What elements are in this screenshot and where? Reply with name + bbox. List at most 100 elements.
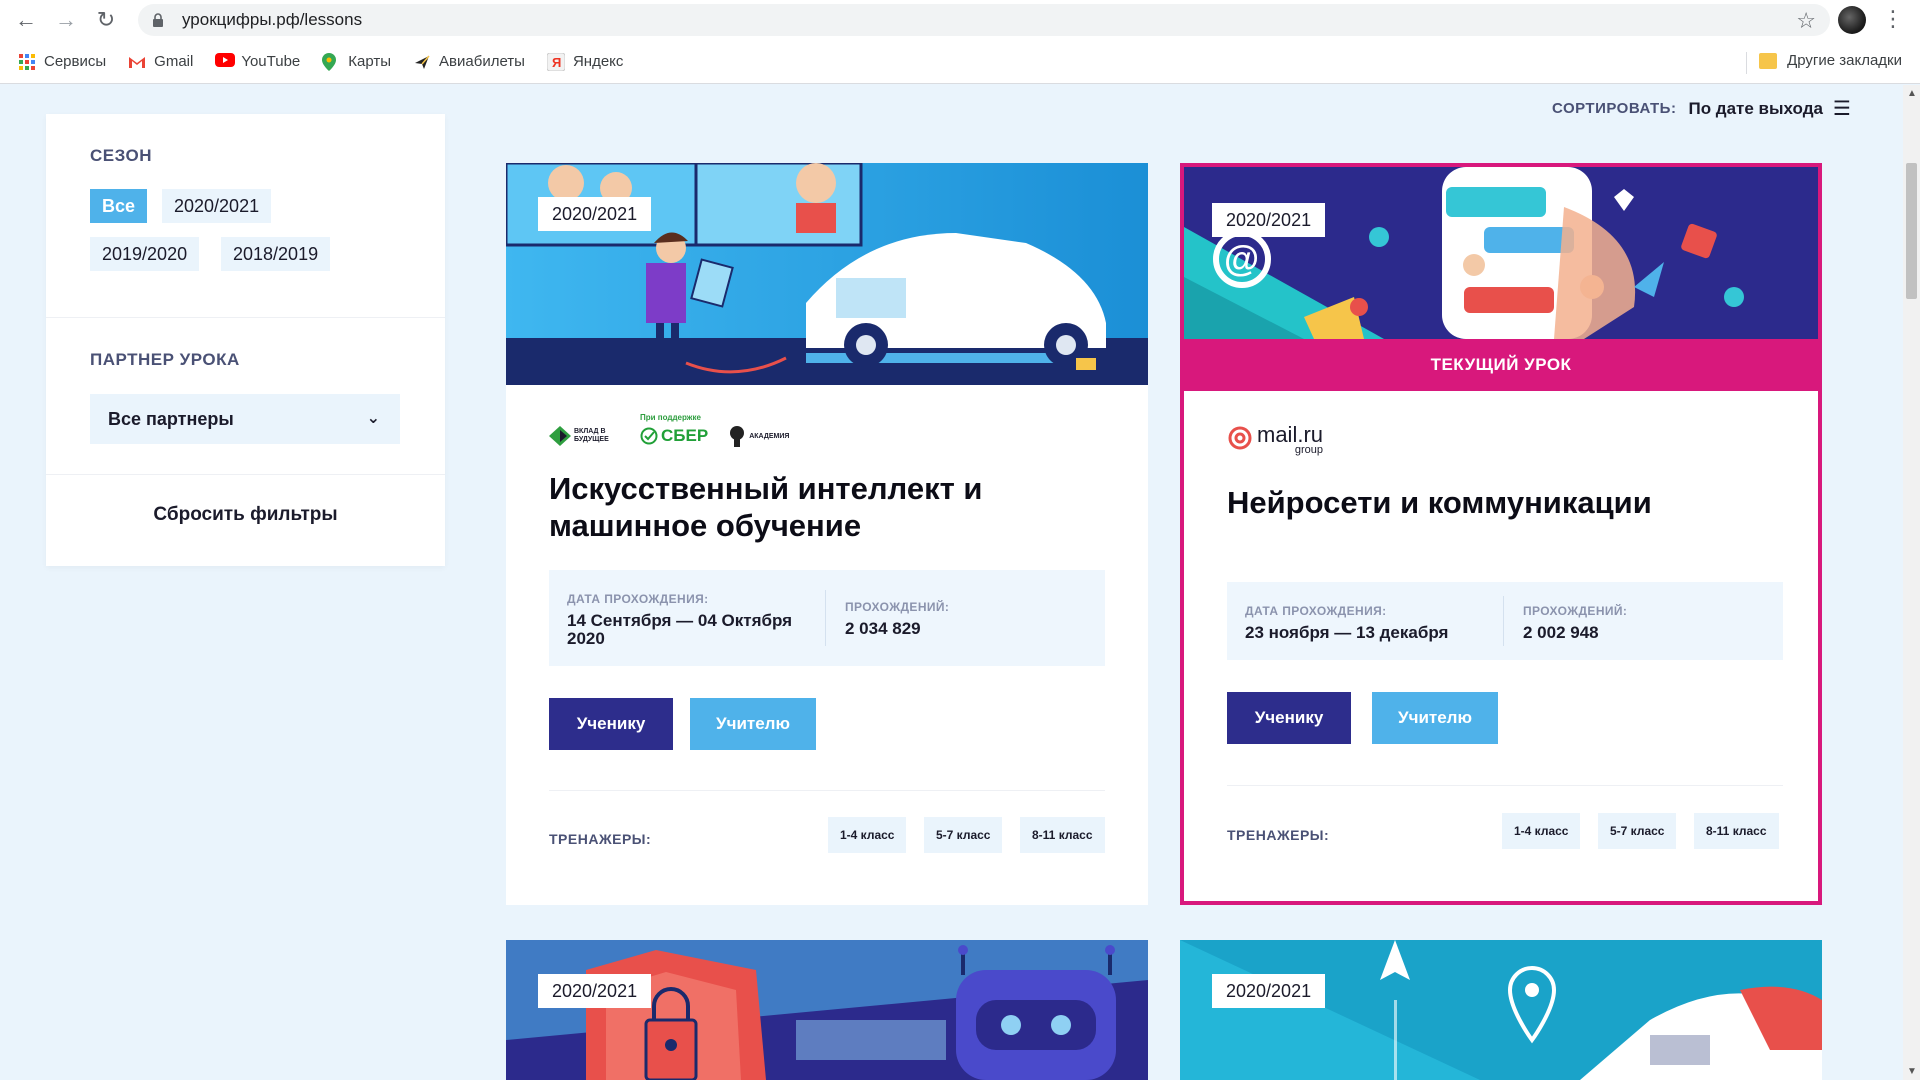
vklad-logo: ВКЛАД В БУДУЩЕЕ (549, 426, 622, 446)
teacher-button[interactable]: Учителю (690, 698, 816, 750)
lesson-cover-image[interactable] (506, 940, 1148, 1080)
date-label: ДАТА ПРОХОЖДЕНИЯ: (567, 592, 709, 606)
sort-label: СОРТИРОВАТЬ: (1552, 100, 1677, 117)
date-value: 23 ноября — 13 декабря (1245, 623, 1449, 642)
bookmark-star-icon[interactable]: ☆ (1796, 8, 1816, 34)
academy-logo: АКАДЕМИЯ (728, 425, 789, 447)
season-badge: 2020/2021 (1212, 974, 1326, 1008)
sort-control[interactable]: СОРТИРОВАТЬ: По дате выхода ☰ (1552, 96, 1851, 121)
mailru-logo: mail.ru group (1227, 424, 1323, 456)
lesson-title[interactable]: Нейросети и коммуникации (1227, 484, 1787, 521)
bookmark-yandex[interactable]: Я Яндекс (546, 52, 624, 71)
grade-1-4-button[interactable]: 1-4 класс (828, 817, 907, 853)
bookmarks-separator (1746, 52, 1747, 74)
partner-select[interactable]: Все партнеры ⌄ (90, 394, 400, 444)
bookmark-label: Яндекс (572, 53, 624, 70)
grade-8-11-button[interactable]: 8-11 класс (1020, 817, 1105, 853)
back-icon[interactable]: ← (6, 0, 46, 40)
count-value: 2 002 948 (1523, 623, 1599, 642)
lesson-info-box: ДАТА ПРОХОЖДЕНИЯ: 14 Сентября — 04 Октяб… (549, 570, 1105, 666)
svg-text:Я: Я (552, 55, 561, 70)
scrollbar-thumb[interactable] (1906, 163, 1917, 299)
svg-text:@: @ (1224, 238, 1259, 279)
season-badge: 2020/2021 (538, 974, 652, 1008)
count-label: ПРОХОЖДЕНИЙ: (845, 600, 950, 614)
student-button[interactable]: Ученику (1227, 692, 1351, 744)
lock-icon (152, 13, 164, 27)
partner-logos: mail.ru group (1227, 424, 1323, 456)
sber-logo: При поддержке СБЕР (640, 412, 709, 445)
lesson-card: 2020/2021 (1180, 940, 1822, 1080)
reload-icon[interactable]: ↻ (86, 0, 126, 40)
airplane-icon (413, 53, 431, 71)
bookmark-label: Gmail (154, 53, 194, 70)
bookmark-flights[interactable]: Авиабилеты (413, 53, 525, 71)
forward-icon[interactable]: → (46, 0, 86, 40)
count-label: ПРОХОЖДЕНИЙ: (1523, 604, 1628, 618)
scroll-down-icon[interactable]: ▼ (1907, 1066, 1917, 1077)
date-value: 14 Сентября — 04 Октября 2020 (567, 611, 793, 648)
lesson-info-box: ДАТА ПРОХОЖДЕНИЯ: 23 ноября — 13 декабря… (1227, 582, 1783, 660)
other-bookmarks[interactable]: Другие закладки (1759, 52, 1902, 69)
student-button[interactable]: Ученику (549, 698, 673, 750)
season-chip-all[interactable]: Все (90, 189, 148, 223)
trainers-label: ТРЕНАЖЕРЫ: (549, 831, 652, 847)
info-divider (825, 590, 826, 646)
yandex-icon: Я (546, 52, 566, 71)
lesson-cover-image[interactable]: @ (1184, 167, 1818, 339)
season-chip-2018-2019[interactable]: 2018/2019 (221, 237, 331, 271)
lesson-cover-image[interactable] (1180, 940, 1822, 1080)
card-divider (1227, 785, 1783, 786)
maps-pin-icon (322, 52, 340, 71)
chevron-down-icon: ⌄ (366, 410, 380, 427)
sort-value[interactable]: По дате выхода (1688, 99, 1822, 119)
bookmark-label: Сервисы (44, 53, 107, 70)
url-text: урокцифры.рф/lessons (182, 10, 363, 29)
grade-5-7-button[interactable]: 5-7 класс (1598, 813, 1677, 849)
bookmark-gmail[interactable]: Gmail (128, 53, 193, 71)
current-lesson-banner: ТЕКУЩИЙ УРОК (1184, 339, 1818, 391)
youtube-icon (215, 52, 236, 71)
reset-filters-button[interactable]: Сбросить фильтры (46, 504, 445, 526)
count-value: 2 034 829 (845, 619, 921, 638)
bookmark-label: YouTube (241, 53, 301, 70)
partner-filter-title: ПАРТНЕР УРОКА (90, 350, 240, 369)
bookmarks-bar: Сервисы Gmail YouTube Карты Авиабилеты Я… (0, 40, 1920, 84)
date-label: ДАТА ПРОХОЖДЕНИЯ: (1245, 604, 1387, 618)
teacher-button[interactable]: Учителю (1372, 692, 1498, 744)
bookmark-label: Авиабилеты (439, 53, 525, 70)
lesson-card-current: @ 2020/2021 ТЕКУЩИЙ УРОК mail.ru group Н… (1180, 163, 1822, 905)
season-badge: 2020/2021 (1212, 203, 1326, 237)
season-chip-2020-2021[interactable]: 2020/2021 (162, 189, 272, 223)
bookmark-services[interactable]: Сервисы (18, 53, 106, 71)
lesson-card: 2020/2021 (506, 940, 1148, 1080)
gmail-icon (128, 53, 146, 71)
grade-1-4-button[interactable]: 1-4 класс (1502, 813, 1581, 849)
page-scrollbar[interactable]: ▲ ▼ (1903, 85, 1920, 1080)
season-chip-2019-2020[interactable]: 2019/2020 (90, 237, 200, 271)
browser-toolbar: ← → ↻ урокцифры.рф/lessons ☆ ⋮ (0, 0, 1920, 40)
menu-kebab-icon[interactable]: ⋮ (1882, 6, 1904, 32)
partner-select-value: Все партнеры (108, 408, 234, 429)
info-divider (1503, 596, 1504, 646)
apps-grid-icon (18, 53, 36, 71)
filters-sidebar: СЕЗОН Все 2020/2021 2019/2020 2018/2019 … (46, 114, 445, 566)
sidebar-divider (46, 317, 445, 318)
bookmark-label: Карты (348, 53, 392, 70)
card-divider (549, 790, 1105, 791)
bookmark-maps[interactable]: Карты (322, 52, 392, 71)
season-badge: 2020/2021 (538, 197, 652, 231)
sidebar-divider (46, 474, 445, 475)
season-filter-title: СЕЗОН (90, 146, 153, 165)
scroll-up-icon[interactable]: ▲ (1907, 88, 1917, 99)
address-bar[interactable]: урокцифры.рф/lessons ☆ (138, 4, 1830, 36)
bookmark-youtube[interactable]: YouTube (215, 52, 301, 71)
lesson-title[interactable]: Искусственный интеллект и машинное обуче… (549, 470, 1109, 544)
sort-lines-icon[interactable]: ☰ (1833, 96, 1851, 121)
other-bookmarks-label: Другие закладки (1787, 52, 1902, 69)
grade-8-11-button[interactable]: 8-11 класс (1694, 813, 1779, 849)
grade-5-7-button[interactable]: 5-7 класс (924, 817, 1003, 853)
profile-avatar[interactable] (1838, 6, 1866, 34)
lesson-card: 2020/2021 ВКЛАД В БУДУЩЕЕ При поддержке … (506, 163, 1148, 905)
partner-logos: ВКЛАД В БУДУЩЕЕ При поддержке СБЕР АКАДЕ… (549, 411, 789, 447)
